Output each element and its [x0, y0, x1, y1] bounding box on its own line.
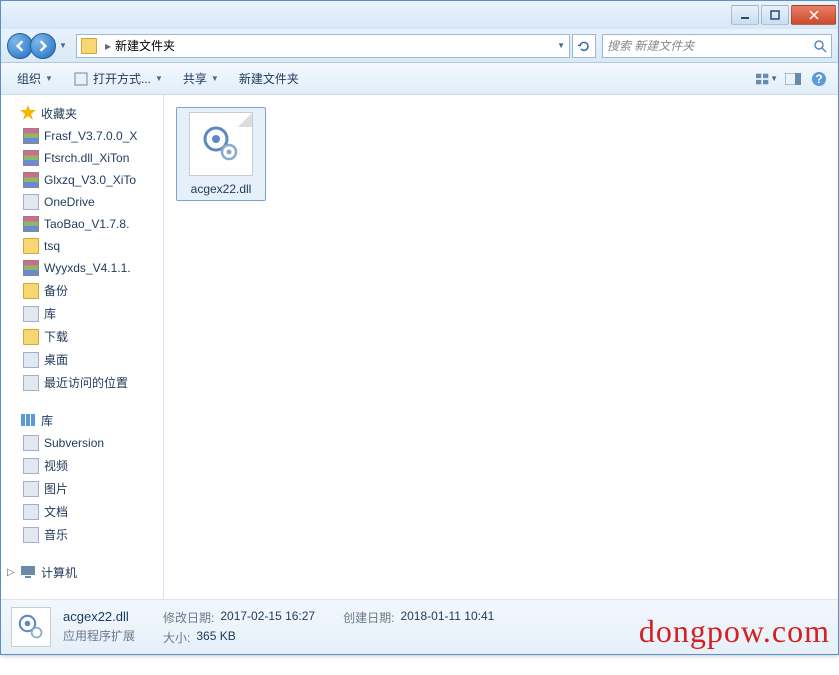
archive-icon: [23, 216, 39, 232]
documents-icon: [23, 504, 39, 520]
computer-header[interactable]: ▷ 计算机: [1, 560, 163, 584]
sidebar-item[interactable]: 备份: [1, 279, 163, 302]
video-icon: [23, 458, 39, 474]
details-filename: acgex22.dll: [63, 609, 135, 624]
explorer-window: ▼ ▸ 新建文件夹 ▼ 搜索 新建文件夹 组织▼ 打开方式...▼ 共享▼ 新建…: [0, 0, 839, 655]
sidebar-item[interactable]: Subversion: [1, 432, 163, 454]
open-with-icon: [73, 71, 89, 87]
folder-icon: [23, 238, 39, 254]
breadcrumb-folder[interactable]: 新建文件夹: [115, 37, 175, 54]
downloads-icon: [23, 329, 39, 345]
favorites-title: 收藏夹: [41, 105, 77, 122]
breadcrumb-separator-icon: ▸: [105, 39, 111, 53]
archive-icon: [23, 128, 39, 144]
music-icon: [23, 527, 39, 543]
sidebar-item[interactable]: 最近访问的位置: [1, 371, 163, 394]
body: 收藏夹 Frasf_V3.7.0.0_X Ftsrch.dll_XiTon Gl…: [1, 95, 838, 599]
favorites-group: 收藏夹 Frasf_V3.7.0.0_X Ftsrch.dll_XiTon Gl…: [1, 101, 163, 394]
folder-icon: [23, 283, 39, 299]
view-options-button[interactable]: ▼: [756, 68, 778, 90]
details-filetype: 应用程序扩展: [63, 627, 135, 644]
created-label: 创建日期:: [343, 609, 394, 626]
subversion-icon: [23, 435, 39, 451]
sidebar-item[interactable]: 下载: [1, 325, 163, 348]
refresh-button[interactable]: [572, 34, 596, 58]
share-button[interactable]: 共享▼: [175, 66, 227, 91]
file-list[interactable]: acgex22.dll: [164, 95, 838, 599]
size-value: 365 KB: [196, 629, 235, 646]
folder-icon: [81, 38, 97, 54]
archive-icon: [23, 172, 39, 188]
modified-value: 2017-02-15 16:27: [220, 609, 315, 626]
toolbar: 组织▼ 打开方式...▼ 共享▼ 新建文件夹 ▼ ?: [1, 63, 838, 95]
sidebar-item[interactable]: tsq: [1, 235, 163, 257]
new-folder-button[interactable]: 新建文件夹: [231, 66, 307, 91]
breadcrumb[interactable]: ▸ 新建文件夹 ▼: [76, 34, 570, 58]
details-pane: acgex22.dll 应用程序扩展 修改日期: 2017-02-15 16:27…: [1, 599, 838, 654]
sidebar-item[interactable]: Glxzq_V3.0_XiTo: [1, 169, 163, 191]
recent-icon: [23, 375, 39, 391]
maximize-button[interactable]: [761, 5, 789, 25]
organize-button[interactable]: 组织▼: [9, 66, 61, 91]
libraries-header[interactable]: 库: [1, 408, 163, 432]
sidebar-item[interactable]: TaoBao_V1.7.8.: [1, 213, 163, 235]
dll-file-icon: [189, 112, 253, 176]
computer-title: 计算机: [41, 564, 77, 581]
open-with-button[interactable]: 打开方式...▼: [65, 66, 171, 91]
address-bar: ▼ ▸ 新建文件夹 ▼ 搜索 新建文件夹: [1, 29, 838, 63]
refresh-icon: [577, 39, 591, 53]
preview-pane-button[interactable]: [782, 68, 804, 90]
nav-history-dropdown[interactable]: ▼: [56, 33, 70, 59]
sidebar-item[interactable]: Ftsrch.dll_XiTon: [1, 147, 163, 169]
close-button[interactable]: [791, 5, 836, 25]
help-button[interactable]: ?: [808, 68, 830, 90]
details-file-icon: [11, 607, 51, 647]
expand-icon: ▷: [7, 567, 17, 578]
created-value: 2018-01-11 10:41: [400, 609, 494, 626]
minimize-button[interactable]: [731, 5, 759, 25]
search-icon: [813, 39, 827, 53]
computer-icon: [19, 563, 37, 581]
sidebar-item[interactable]: 文档: [1, 500, 163, 523]
modified-label: 修改日期:: [163, 609, 214, 626]
breadcrumb-dropdown-icon[interactable]: ▼: [557, 41, 565, 50]
library-icon: [23, 306, 39, 322]
sidebar-item[interactable]: 图片: [1, 477, 163, 500]
star-icon: [19, 104, 37, 122]
sidebar-item[interactable]: 视频: [1, 454, 163, 477]
search-input[interactable]: 搜索 新建文件夹: [602, 34, 832, 58]
libraries-group: 库 Subversion 视频 图片 文档 音乐: [1, 408, 163, 546]
file-item-selected[interactable]: acgex22.dll: [176, 107, 266, 201]
sidebar-item[interactable]: 音乐: [1, 523, 163, 546]
search-placeholder: 搜索 新建文件夹: [607, 37, 813, 54]
libraries-title: 库: [41, 412, 53, 429]
desktop-icon: [23, 352, 39, 368]
forward-button[interactable]: [30, 33, 56, 59]
sidebar-item[interactable]: 库: [1, 302, 163, 325]
sidebar-item[interactable]: Frasf_V3.7.0.0_X: [1, 125, 163, 147]
size-label: 大小:: [163, 629, 190, 646]
file-name: acgex22.dll: [191, 182, 252, 196]
sidebar-item[interactable]: OneDrive: [1, 191, 163, 213]
pictures-icon: [23, 481, 39, 497]
sidebar: 收藏夹 Frasf_V3.7.0.0_X Ftsrch.dll_XiTon Gl…: [1, 95, 164, 599]
nav-buttons: ▼: [7, 33, 70, 59]
computer-group: ▷ 计算机: [1, 560, 163, 584]
sidebar-item[interactable]: 桌面: [1, 348, 163, 371]
sidebar-item[interactable]: Wyyxds_V4.1.1.: [1, 257, 163, 279]
onedrive-icon: [23, 194, 39, 210]
favorites-header[interactable]: 收藏夹: [1, 101, 163, 125]
archive-icon: [23, 260, 39, 276]
svg-text:?: ?: [815, 72, 822, 86]
archive-icon: [23, 150, 39, 166]
titlebar: [1, 1, 838, 29]
library-icon: [19, 411, 37, 429]
